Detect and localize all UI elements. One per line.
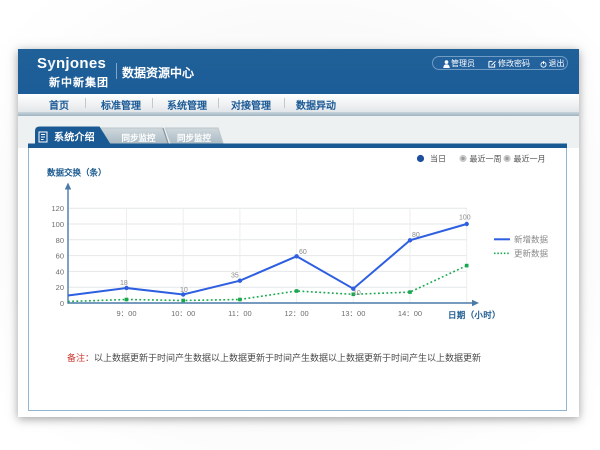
- svg-text:同步监控: 同步监控: [177, 133, 212, 143]
- svg-text:同步监控: 同步监控: [121, 133, 156, 143]
- svg-text:35: 35: [231, 273, 239, 280]
- svg-text:当日: 当日: [430, 154, 446, 164]
- svg-text:60: 60: [56, 252, 64, 261]
- svg-text:日期（小时）: 日期（小时）: [448, 310, 501, 320]
- svg-text:10: 10: [353, 290, 361, 297]
- svg-text:最近一周: 最近一周: [470, 154, 502, 164]
- svg-text:数据交换（条）: 数据交换（条）: [47, 168, 107, 178]
- svg-text:10：00: 10：00: [171, 309, 195, 318]
- svg-text:14：00: 14：00: [398, 309, 422, 318]
- svg-text:13：00: 13：00: [341, 309, 365, 318]
- svg-text:40: 40: [56, 267, 64, 276]
- svg-text:18: 18: [120, 280, 128, 287]
- svg-text:系统介绍: 系统介绍: [54, 131, 95, 144]
- svg-text:80: 80: [412, 232, 420, 239]
- svg-text:80: 80: [56, 236, 64, 245]
- svg-text:60: 60: [299, 249, 307, 256]
- svg-text:最近一月: 最近一月: [514, 154, 546, 164]
- svg-text:100: 100: [51, 220, 64, 229]
- svg-text:20: 20: [56, 283, 64, 292]
- svg-text:9：00: 9：00: [116, 309, 136, 318]
- svg-text:11：00: 11：00: [228, 309, 252, 318]
- svg-text:120: 120: [51, 204, 64, 213]
- svg-text:100: 100: [459, 215, 471, 222]
- svg-text:12：00: 12：00: [285, 309, 309, 318]
- svg-text:10: 10: [180, 287, 188, 294]
- svg-text:0: 0: [60, 299, 64, 308]
- svg-text:备注：以上数据更新于时间产生数据以上数据更新于时间产生数据以: 备注：以上数据更新于时间产生数据以上数据更新于时间产生数据以上数据更新于时间产生…: [67, 352, 481, 363]
- svg-text:新增数据: 新增数据: [514, 235, 549, 245]
- svg-text:更新数据: 更新数据: [514, 249, 549, 259]
